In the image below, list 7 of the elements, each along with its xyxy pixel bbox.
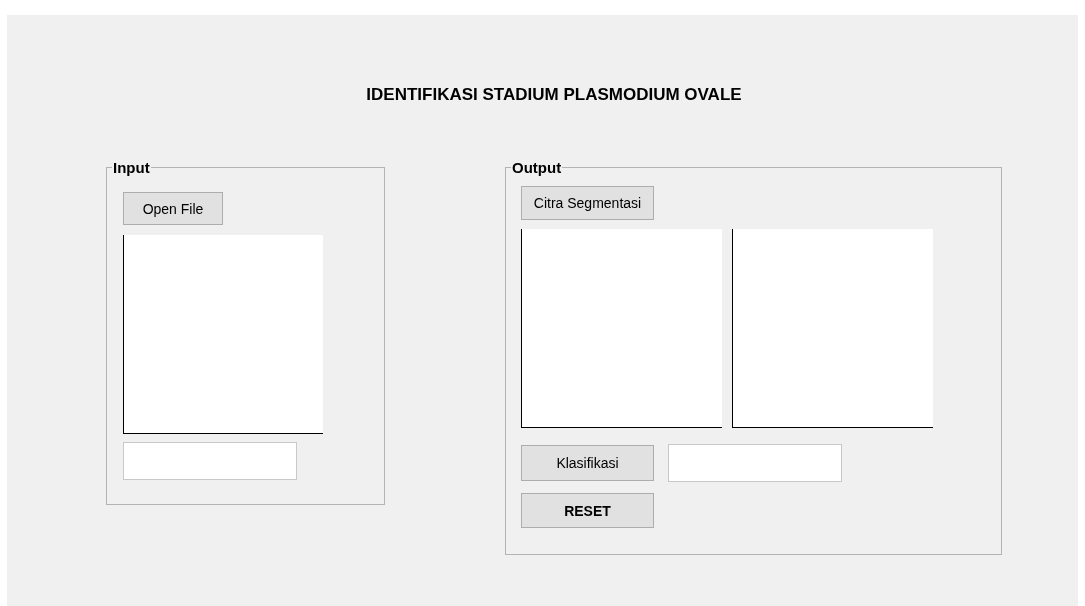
segmentation-button[interactable]: Citra Segmentasi xyxy=(521,186,654,220)
open-file-button[interactable]: Open File xyxy=(123,192,223,225)
classify-button[interactable]: Klasifikasi xyxy=(521,445,654,481)
window-title: IDENTIFIKASI STADIUM PLASMODIUM OVALE xyxy=(365,85,743,105)
result-field[interactable] xyxy=(668,444,842,482)
reset-button[interactable]: RESET xyxy=(521,493,654,528)
text-field[interactable] xyxy=(123,442,297,480)
